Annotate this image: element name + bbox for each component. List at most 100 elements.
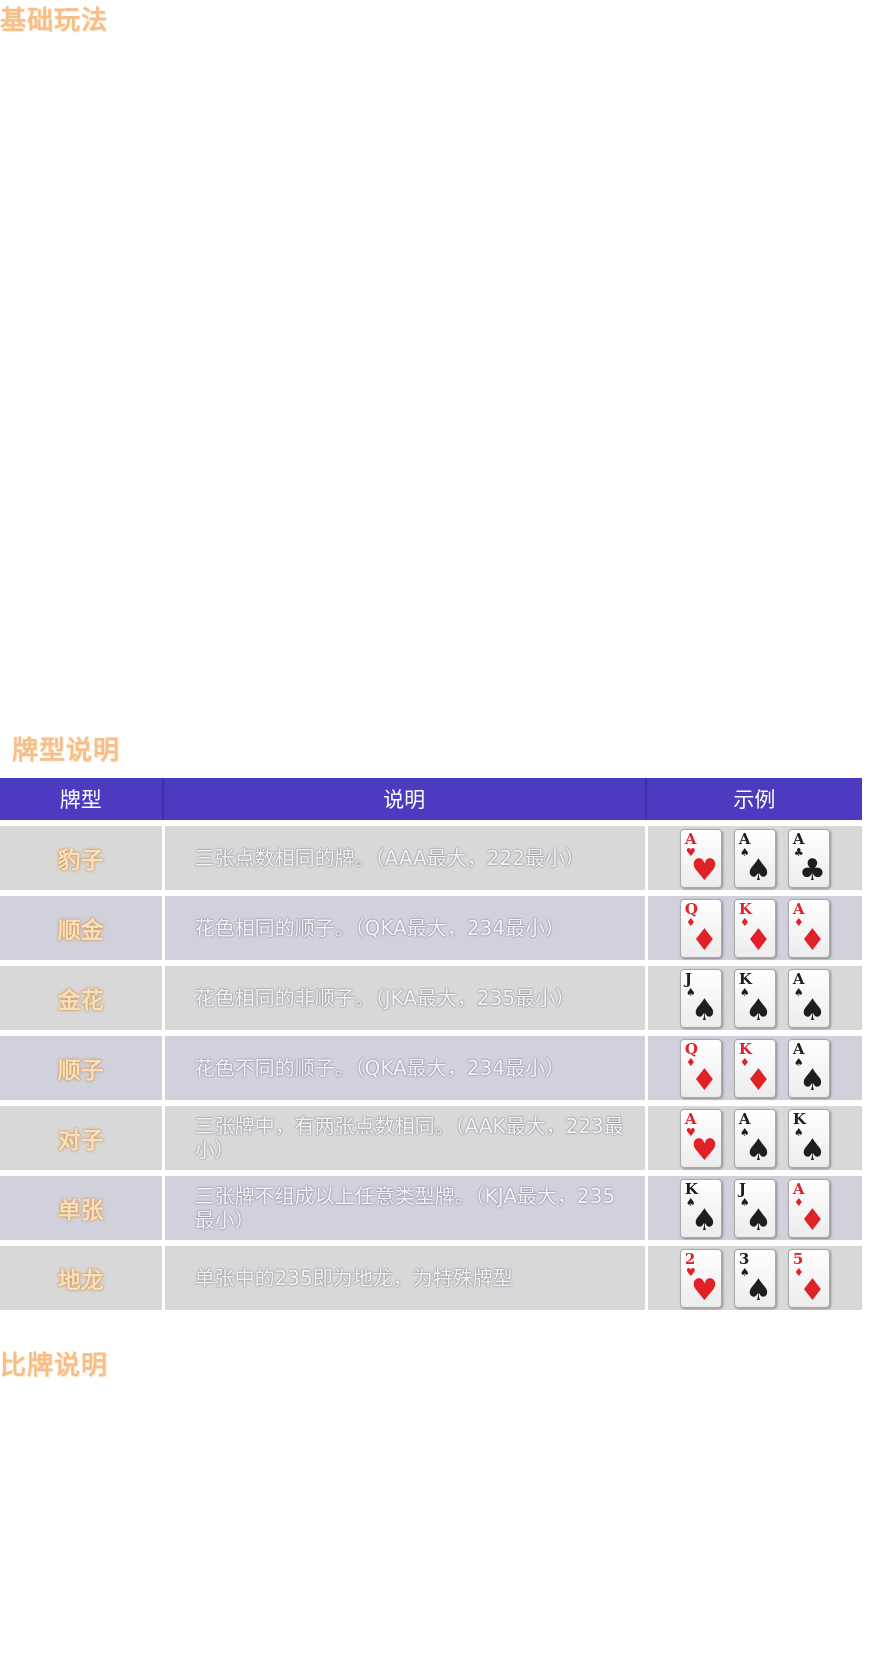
playing-card: A ♠ ♠: [787, 968, 830, 1028]
card-rank: A: [792, 1039, 805, 1058]
suit-icon-large: ♠: [690, 992, 718, 1028]
card-example: K ♠ ♠ J ♠ ♠ A ♦ ♦: [644, 1176, 862, 1240]
card-rank: K: [738, 899, 752, 918]
playing-card: A ♠ ♠: [733, 1108, 776, 1168]
card-example: Q ♦ ♦ K ♦ ♦ A ♠ ♠: [644, 1036, 862, 1100]
card-rank: A: [792, 899, 805, 918]
suit-icon-large: ♠: [744, 992, 772, 1028]
playing-card: A ♦ ♦: [787, 898, 830, 958]
card-rank: J: [738, 1179, 746, 1198]
suit-icon-large: ♠: [798, 1132, 826, 1168]
playing-card: A ♦ ♦: [787, 1178, 830, 1238]
card-type-description: 三张点数相同的牌。（AAA最大，222最小）: [161, 826, 645, 890]
card-type-name: 顺金: [0, 896, 162, 960]
card-rank: 3: [738, 1249, 750, 1268]
card-rank: A: [792, 829, 805, 848]
card-type-description: 花色不同的顺子。（QKA最大，234最小）: [161, 1036, 645, 1100]
playing-card: K ♠ ♠: [679, 1178, 722, 1238]
suit-icon-large: ♦: [690, 1062, 718, 1098]
suit-icon-large: ♣: [798, 852, 826, 888]
card-rank: A: [684, 829, 697, 848]
playing-card: A ♠ ♠: [733, 828, 776, 888]
table-body: 豹子 三张点数相同的牌。（AAA最大，222最小） A ♥ ♥ A ♠ ♠ A ♣ ♣ 顺金 花色相同的…: [0, 820, 862, 1310]
card-example-group: A ♥ ♥ A ♠ ♠ K ♠ ♠: [648, 1108, 862, 1168]
playing-card: 3 ♠ ♠: [733, 1248, 776, 1308]
suit-icon-large: ♦: [798, 922, 826, 958]
suit-icon-large: ♦: [798, 1202, 826, 1238]
playing-card: 5 ♦ ♦: [787, 1248, 830, 1308]
card-rank: K: [792, 1109, 806, 1128]
card-rank: J: [684, 969, 692, 988]
table-row: 地龙 单张中的235即为地龙，为特殊牌型 2 ♥ ♥ 3 ♠ ♠ 5 ♦ ♦: [0, 1246, 862, 1310]
card-example-group: J ♠ ♠ K ♠ ♠ A ♠ ♠: [648, 968, 862, 1028]
suit-icon-large: ♦: [744, 922, 772, 958]
suit-icon-large: ♥: [690, 852, 718, 888]
playing-card: K ♦ ♦: [733, 1038, 776, 1098]
suit-icon-large: ♠: [744, 1272, 772, 1308]
card-rank: K: [738, 1039, 752, 1058]
card-rank: A: [738, 1109, 751, 1128]
card-example: A ♥ ♥ A ♠ ♠ A ♣ ♣: [644, 826, 862, 890]
card-rank: A: [684, 1109, 697, 1128]
suit-icon-large: ♥: [690, 1272, 718, 1308]
card-example-group: K ♠ ♠ J ♠ ♠ A ♦ ♦: [648, 1178, 862, 1238]
card-rank: Q: [684, 899, 698, 918]
playing-card: A ♣ ♣: [787, 828, 830, 888]
table-row: 单张 三张牌不组成以上任意类型牌。（KJA最大，235最小） K ♠ ♠ J ♠ ♠ A ♦ ♦: [0, 1176, 862, 1240]
header-description: 说明: [161, 778, 645, 820]
card-types-table: 牌型 说明 示例 豹子 三张点数相同的牌。（AAA最大，222最小） A ♥ ♥ A ♠ ♠ A…: [0, 778, 862, 1310]
table-header-row: 牌型 说明 示例: [0, 778, 862, 820]
card-type-description: 三张牌不组成以上任意类型牌。（KJA最大，235最小）: [161, 1176, 645, 1240]
card-rank: A: [738, 829, 751, 848]
suit-icon-large: ♠: [744, 1202, 772, 1238]
card-example: Q ♦ ♦ K ♦ ♦ A ♦ ♦: [644, 896, 862, 960]
card-type-name: 地龙: [0, 1246, 162, 1310]
card-example-group: 2 ♥ ♥ 3 ♠ ♠ 5 ♦ ♦: [648, 1248, 862, 1308]
header-type: 牌型: [0, 778, 162, 820]
card-type-name: 金花: [0, 966, 162, 1030]
card-rank: K: [684, 1179, 698, 1198]
card-example: J ♠ ♠ K ♠ ♠ A ♠ ♠: [644, 966, 862, 1030]
card-type-description: 三张牌中，有两张点数相同。（AAK最大，223最小）: [161, 1106, 645, 1170]
card-type-name: 单张: [0, 1176, 162, 1240]
card-type-description: 花色相同的非顺子。（JKA最大，235最小）: [161, 966, 645, 1030]
card-type-name: 豹子: [0, 826, 162, 890]
playing-card: K ♠ ♠: [733, 968, 776, 1028]
card-rank: K: [738, 969, 752, 988]
card-type-description: 花色相同的顺子。（QKA最大，234最小）: [161, 896, 645, 960]
playing-card: Q ♦ ♦: [679, 1038, 722, 1098]
suit-icon-large: ♠: [690, 1202, 718, 1238]
playing-card: A ♥ ♥: [679, 1108, 722, 1168]
playing-card: A ♠ ♠: [787, 1038, 830, 1098]
suit-icon-large: ♠: [744, 852, 772, 888]
card-rank: 2: [684, 1249, 696, 1268]
card-type-name: 顺子: [0, 1036, 162, 1100]
card-type-name: 对子: [0, 1106, 162, 1170]
table-row: 顺子 花色不同的顺子。（QKA最大，234最小） Q ♦ ♦ K ♦ ♦ A ♠ ♠: [0, 1036, 862, 1100]
playing-card: K ♠ ♠: [787, 1108, 830, 1168]
section-title-card-types: 牌型说明: [12, 736, 121, 766]
card-rank: A: [792, 1179, 805, 1198]
suit-icon-large: ♦: [690, 922, 718, 958]
card-rank: 5: [792, 1249, 804, 1268]
card-example-group: A ♥ ♥ A ♠ ♠ A ♣ ♣: [648, 828, 862, 888]
playing-card: Q ♦ ♦: [679, 898, 722, 958]
suit-icon-large: ♥: [690, 1132, 718, 1168]
table-row: 豹子 三张点数相同的牌。（AAA最大，222最小） A ♥ ♥ A ♠ ♠ A ♣ ♣: [0, 826, 862, 890]
suit-icon-large: ♦: [744, 1062, 772, 1098]
header-example: 示例: [644, 778, 862, 820]
card-example-group: Q ♦ ♦ K ♦ ♦ A ♦ ♦: [648, 898, 862, 958]
section-title-basic: 基础玩法: [0, 6, 109, 36]
playing-card: A ♥ ♥: [679, 828, 722, 888]
playing-card: K ♦ ♦: [733, 898, 776, 958]
suit-icon-large: ♦: [798, 1272, 826, 1308]
card-rank: A: [792, 969, 805, 988]
table-row: 顺金 花色相同的顺子。（QKA最大，234最小） Q ♦ ♦ K ♦ ♦ A ♦ ♦: [0, 896, 862, 960]
card-type-description: 单张中的235即为地龙，为特殊牌型: [161, 1246, 645, 1310]
basic-content-area: [0, 40, 888, 720]
compare-content-area: [0, 1385, 888, 1665]
suit-icon-large: ♠: [798, 992, 826, 1028]
suit-icon-large: ♠: [798, 1062, 826, 1098]
card-example: A ♥ ♥ A ♠ ♠ K ♠ ♠: [644, 1106, 862, 1170]
section-title-compare: 比牌说明: [0, 1351, 109, 1381]
